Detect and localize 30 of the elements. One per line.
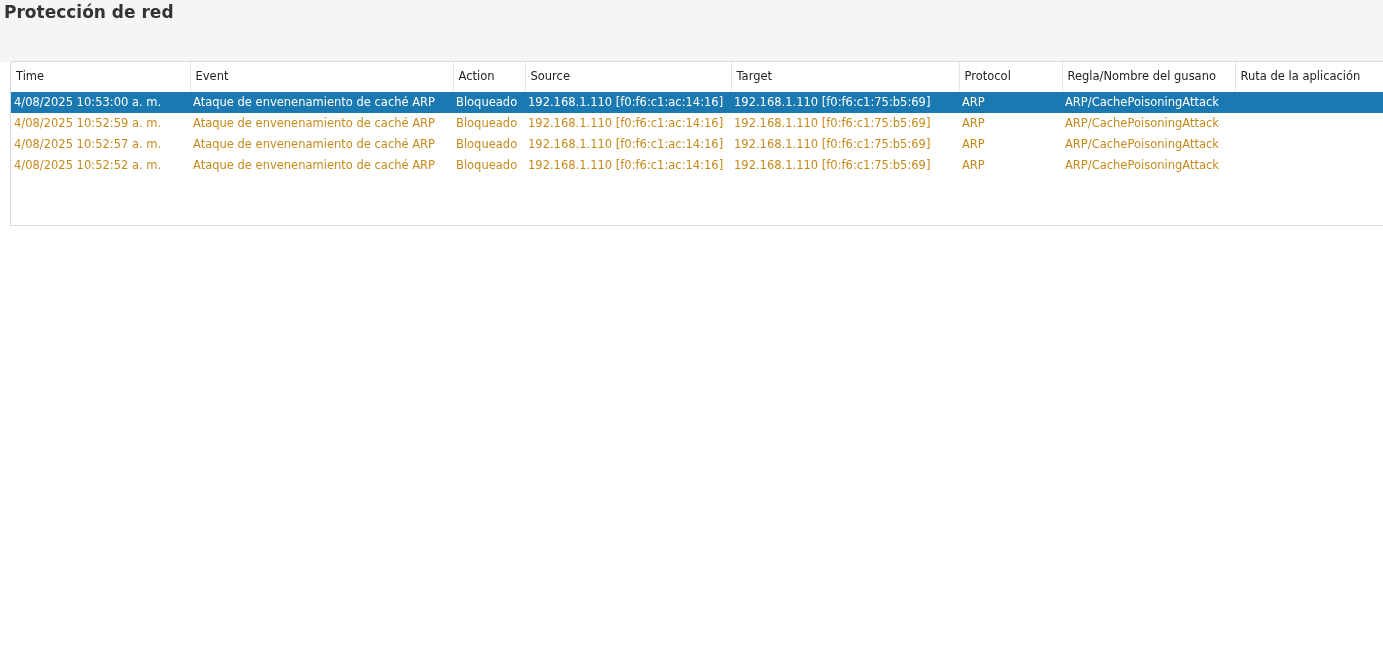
table-cell: Ataque de envenenamiento de caché ARP <box>190 114 435 132</box>
table-cell: ARP <box>962 94 985 109</box>
table-cell: ARP/CachePoisoningAttack <box>1065 94 1219 109</box>
table-cell: Bloqueado <box>456 94 518 109</box>
table-cell: ARP/CachePoisoningAttack <box>1065 136 1219 151</box>
table-cell: 192.168.1.110 [f0:f6:c1:ac:14:16] <box>528 115 724 130</box>
table-cell: ARP/CachePoisoningAttack <box>1065 115 1219 130</box>
table-cell: ARP/CachePoisoningAttack <box>1065 157 1219 172</box>
table-cell: 192.168.1.110 [f0:f6:c1:75:b5:69] <box>734 136 931 151</box>
table-cell: 192.168.1.110 [f0:f6:c1:75:b5:69] <box>734 94 931 109</box>
table-cell: 192.168.1.110 [f0:f6:c1:75:b5:69] <box>734 115 931 130</box>
table-cell: Bloqueado <box>456 157 518 172</box>
table-cell: ARP <box>962 136 985 151</box>
table-cell: 192.168.1.110 [f0:f6:c1:ac:14:16] <box>528 136 724 151</box>
table-cell: Ataque de envenenamiento de caché ARP <box>190 135 435 153</box>
page-title: Protección de red <box>4 2 175 23</box>
table-cell: 4/08/2025 10:52:57 a. m. <box>14 136 162 151</box>
table-cell: 4/08/2025 10:53:00 a. m. <box>14 94 162 109</box>
table-cell: 192.168.1.110 [f0:f6:c1:ac:14:16] <box>528 94 724 109</box>
table-cell: ARP <box>962 157 985 172</box>
table-cell: 4/08/2025 10:52:52 a. m. <box>14 157 162 172</box>
table-cell: ARP <box>962 115 985 130</box>
table-cell: Ataque de envenenamiento de caché ARP <box>190 93 435 111</box>
table-row[interactable]: 4/08/2025 10:53:00 a. m. Ataque de envenenamiento de caché ARP Bloqueado 192.168.1.110 [f0:f6:c1:ac:14:16] 192.168.1.110 [f0:f6:c1:75:b5:69] ARP ARP/CachePoisoningAttack <box>11 92 1383 113</box>
table-cell: 4/08/2025 10:52:59 a. m. <box>14 115 162 130</box>
table-cell: 192.168.1.110 [f0:f6:c1:ac:14:16] <box>528 157 724 172</box>
table-cell: 192.168.1.110 [f0:f6:c1:75:b5:69] <box>734 157 931 172</box>
table-cell: Bloqueado <box>456 136 518 151</box>
table-cell: Ataque de envenenamiento de caché ARP <box>190 156 435 174</box>
table-cell: Bloqueado <box>456 115 518 130</box>
